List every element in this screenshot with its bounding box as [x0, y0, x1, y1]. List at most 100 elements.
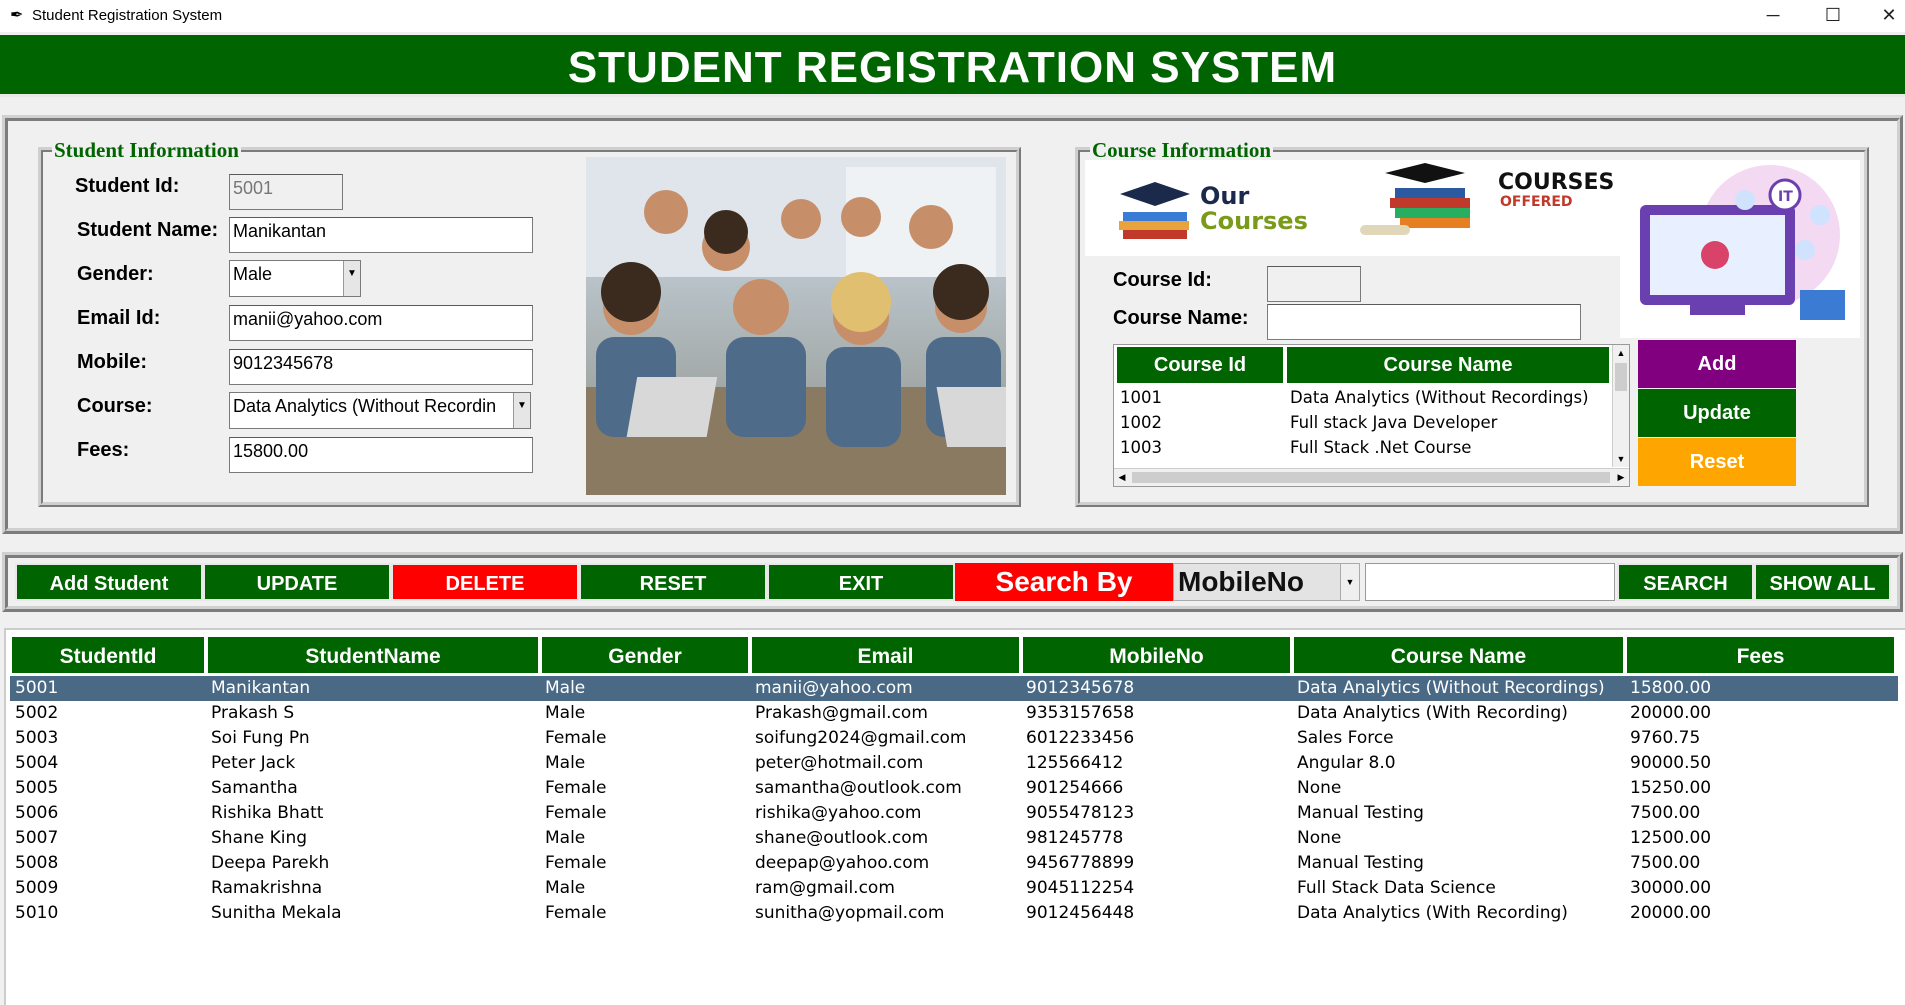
table-cell[interactable]: Samantha: [211, 776, 298, 801]
table-cell[interactable]: Male: [545, 876, 585, 901]
table-cell[interactable]: Soi Fung Pn: [211, 726, 310, 751]
table-cell[interactable]: 20000.00: [1630, 701, 1711, 726]
search-by-select[interactable]: MobileNo ▼: [1173, 563, 1360, 601]
table-cell[interactable]: deepap@yahoo.com: [755, 851, 929, 876]
table-cell[interactable]: Ramakrishna: [211, 876, 322, 901]
table-cell[interactable]: Male: [545, 751, 585, 776]
table-cell[interactable]: None: [1297, 776, 1341, 801]
course-table-header-id[interactable]: Course Id: [1115, 345, 1285, 385]
col-header-email[interactable]: Email: [750, 635, 1021, 675]
course-add-button[interactable]: Add: [1638, 340, 1796, 388]
scroll-up-icon[interactable]: ▲: [1613, 345, 1629, 361]
table-cell[interactable]: Sales Force: [1297, 726, 1394, 751]
table-cell[interactable]: Male: [545, 826, 585, 851]
table-cell[interactable]: rishika@yahoo.com: [755, 801, 922, 826]
table-cell[interactable]: Male: [545, 701, 585, 726]
course-row-2-name[interactable]: Full stack Java Developer: [1290, 413, 1497, 432]
table-cell[interactable]: 981245778: [1026, 826, 1123, 851]
table-cell[interactable]: Female: [545, 726, 606, 751]
table-cell[interactable]: 5007: [15, 826, 58, 851]
table-cell[interactable]: samantha@outlook.com: [755, 776, 962, 801]
table-cell[interactable]: Female: [545, 851, 606, 876]
table-cell[interactable]: 9012456448: [1026, 901, 1134, 926]
table-cell[interactable]: shane@outlook.com: [755, 826, 928, 851]
table-cell[interactable]: 20000.00: [1630, 901, 1711, 926]
table-cell[interactable]: Sunitha Mekala: [211, 901, 342, 926]
course-name-field[interactable]: [1267, 304, 1581, 340]
chevron-down-icon[interactable]: ▼: [1340, 564, 1359, 600]
course-reset-button[interactable]: Reset: [1638, 438, 1796, 486]
table-cell[interactable]: Female: [545, 801, 606, 826]
col-header-studentname[interactable]: StudentName: [206, 635, 540, 675]
course-select[interactable]: Data Analytics (Without Recordin ▼: [229, 392, 531, 429]
course-row-1-id[interactable]: 1001: [1120, 388, 1162, 407]
course-table-header-name[interactable]: Course Name: [1285, 345, 1611, 385]
search-input[interactable]: [1365, 563, 1615, 601]
table-cell[interactable]: soifung2024@gmail.com: [755, 726, 967, 751]
table-cell[interactable]: 9045112254: [1026, 876, 1134, 901]
student-id-field[interactable]: 5001: [229, 174, 343, 210]
course-row-1-name[interactable]: Data Analytics (Without Recordings): [1290, 388, 1589, 407]
table-cell[interactable]: Data Analytics (With Recording): [1297, 901, 1568, 926]
table-cell[interactable]: 7500.00: [1630, 801, 1700, 826]
chevron-down-icon[interactable]: ▼: [513, 393, 530, 428]
gender-select[interactable]: Male ▼: [229, 260, 361, 297]
table-cell[interactable]: 5005: [15, 776, 58, 801]
course-table-vscroll[interactable]: ▲ ▼: [1612, 345, 1629, 467]
table-cell[interactable]: 125566412: [1026, 751, 1123, 776]
table-cell[interactable]: 5001: [15, 676, 58, 701]
col-header-gender[interactable]: Gender: [540, 635, 750, 675]
course-row-2-id[interactable]: 1002: [1120, 413, 1162, 432]
table-cell[interactable]: Data Analytics (Without Recordings): [1297, 676, 1605, 701]
table-cell[interactable]: Full Stack Data Science: [1297, 876, 1496, 901]
table-cell[interactable]: Prakash S: [211, 701, 294, 726]
table-cell[interactable]: 6012233456: [1026, 726, 1134, 751]
table-cell[interactable]: Female: [545, 901, 606, 926]
table-cell[interactable]: Data Analytics (With Recording): [1297, 701, 1568, 726]
table-cell[interactable]: peter@hotmail.com: [755, 751, 923, 776]
table-cell[interactable]: 5002: [15, 701, 58, 726]
course-row-3-name[interactable]: Full Stack .Net Course: [1290, 438, 1471, 457]
scroll-thumb[interactable]: [1615, 363, 1627, 391]
table-cell[interactable]: 5003: [15, 726, 58, 751]
table-cell[interactable]: 5006: [15, 801, 58, 826]
scroll-left-icon[interactable]: ◀: [1114, 469, 1130, 486]
table-cell[interactable]: 5009: [15, 876, 58, 901]
hscroll-thumb[interactable]: [1132, 472, 1610, 483]
add-student-button[interactable]: Add Student: [15, 563, 203, 601]
table-cell[interactable]: Prakash@gmail.com: [755, 701, 928, 726]
student-name-field[interactable]: Manikantan: [229, 217, 533, 253]
show-all-button[interactable]: SHOW ALL: [1754, 563, 1891, 601]
table-cell[interactable]: Angular 8.0: [1297, 751, 1396, 776]
table-cell[interactable]: 90000.50: [1630, 751, 1711, 776]
table-cell[interactable]: ram@gmail.com: [755, 876, 895, 901]
table-cell[interactable]: 9760.75: [1630, 726, 1700, 751]
table-cell[interactable]: Deepa Parekh: [211, 851, 329, 876]
scroll-down-icon[interactable]: ▼: [1613, 451, 1629, 467]
course-id-field[interactable]: [1267, 266, 1361, 302]
table-cell[interactable]: 9456778899: [1026, 851, 1134, 876]
col-header-course-name[interactable]: Course Name: [1292, 635, 1625, 675]
course-update-button[interactable]: Update: [1638, 389, 1796, 437]
chevron-down-icon[interactable]: ▼: [343, 261, 360, 296]
minimize-icon[interactable]: ─: [1750, 0, 1796, 32]
table-cell[interactable]: sunitha@yopmail.com: [755, 901, 944, 926]
table-cell[interactable]: Manual Testing: [1297, 801, 1424, 826]
search-button[interactable]: SEARCH: [1617, 563, 1754, 601]
course-row-3-id[interactable]: 1003: [1120, 438, 1162, 457]
col-header-fees[interactable]: Fees: [1625, 635, 1896, 675]
table-cell[interactable]: Manikantan: [211, 676, 310, 701]
reset-student-button[interactable]: RESET: [579, 563, 767, 601]
update-student-button[interactable]: UPDATE: [203, 563, 391, 601]
table-cell[interactable]: Rishika Bhatt: [211, 801, 323, 826]
table-cell[interactable]: 5004: [15, 751, 58, 776]
exit-button[interactable]: EXIT: [767, 563, 955, 601]
maximize-icon[interactable]: ☐: [1810, 0, 1856, 32]
table-cell[interactable]: Shane King: [211, 826, 307, 851]
table-cell[interactable]: 15800.00: [1630, 676, 1711, 701]
table-cell[interactable]: Peter Jack: [211, 751, 295, 776]
table-cell[interactable]: 9055478123: [1026, 801, 1134, 826]
course-table-hscroll[interactable]: ◀ ▶: [1114, 468, 1629, 486]
col-header-studentid[interactable]: StudentId: [10, 635, 206, 675]
table-cell[interactable]: 15250.00: [1630, 776, 1711, 801]
